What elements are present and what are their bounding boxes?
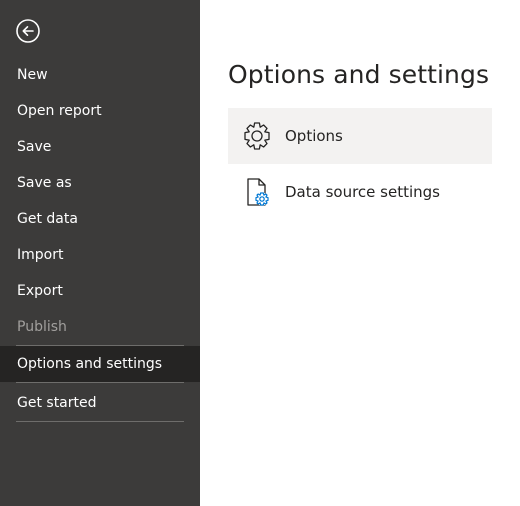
menu-item-label: Get data [17, 211, 78, 227]
menu-item-label: Get started [17, 395, 97, 411]
menu-item-publish: Publish [0, 309, 200, 345]
menu-item-open-report[interactable]: Open report [0, 93, 200, 129]
menu-item-get-data[interactable]: Get data [0, 201, 200, 237]
menu-divider [16, 382, 184, 383]
menu-item-export[interactable]: Export [0, 273, 200, 309]
gear-icon [241, 120, 273, 152]
menu-item-save[interactable]: Save [0, 129, 200, 165]
backstage-sidebar: New Open report Save Save as Get data Im… [0, 0, 200, 506]
menu-item-get-started[interactable]: Get started [0, 385, 200, 421]
data-source-settings-label: Data source settings [285, 183, 440, 201]
menu-item-label: Options and settings [17, 356, 163, 372]
document-gear-icon [241, 176, 273, 208]
menu-item-label: New [17, 67, 48, 83]
menu-item-label: Save [17, 139, 52, 155]
menu-divider [16, 421, 184, 422]
menu-item-label: Save as [17, 175, 72, 191]
menu-item-label: Open report [17, 103, 102, 119]
menu-item-label: Export [17, 283, 63, 299]
menu-item-label: Import [17, 247, 64, 263]
page-title: Options and settings [228, 60, 490, 89]
menu-item-save-as[interactable]: Save as [0, 165, 200, 201]
menu-item-options-and-settings[interactable]: Options and settings [0, 346, 200, 382]
data-source-settings-button[interactable]: Data source settings [228, 164, 492, 220]
menu-item-new[interactable]: New [0, 57, 200, 93]
options-button[interactable]: Options [228, 108, 492, 164]
menu-item-label: Publish [17, 319, 67, 335]
back-arrow-circle-icon [15, 18, 41, 44]
back-button[interactable] [15, 18, 41, 44]
menu-item-import[interactable]: Import [0, 237, 200, 273]
options-label: Options [285, 127, 343, 145]
